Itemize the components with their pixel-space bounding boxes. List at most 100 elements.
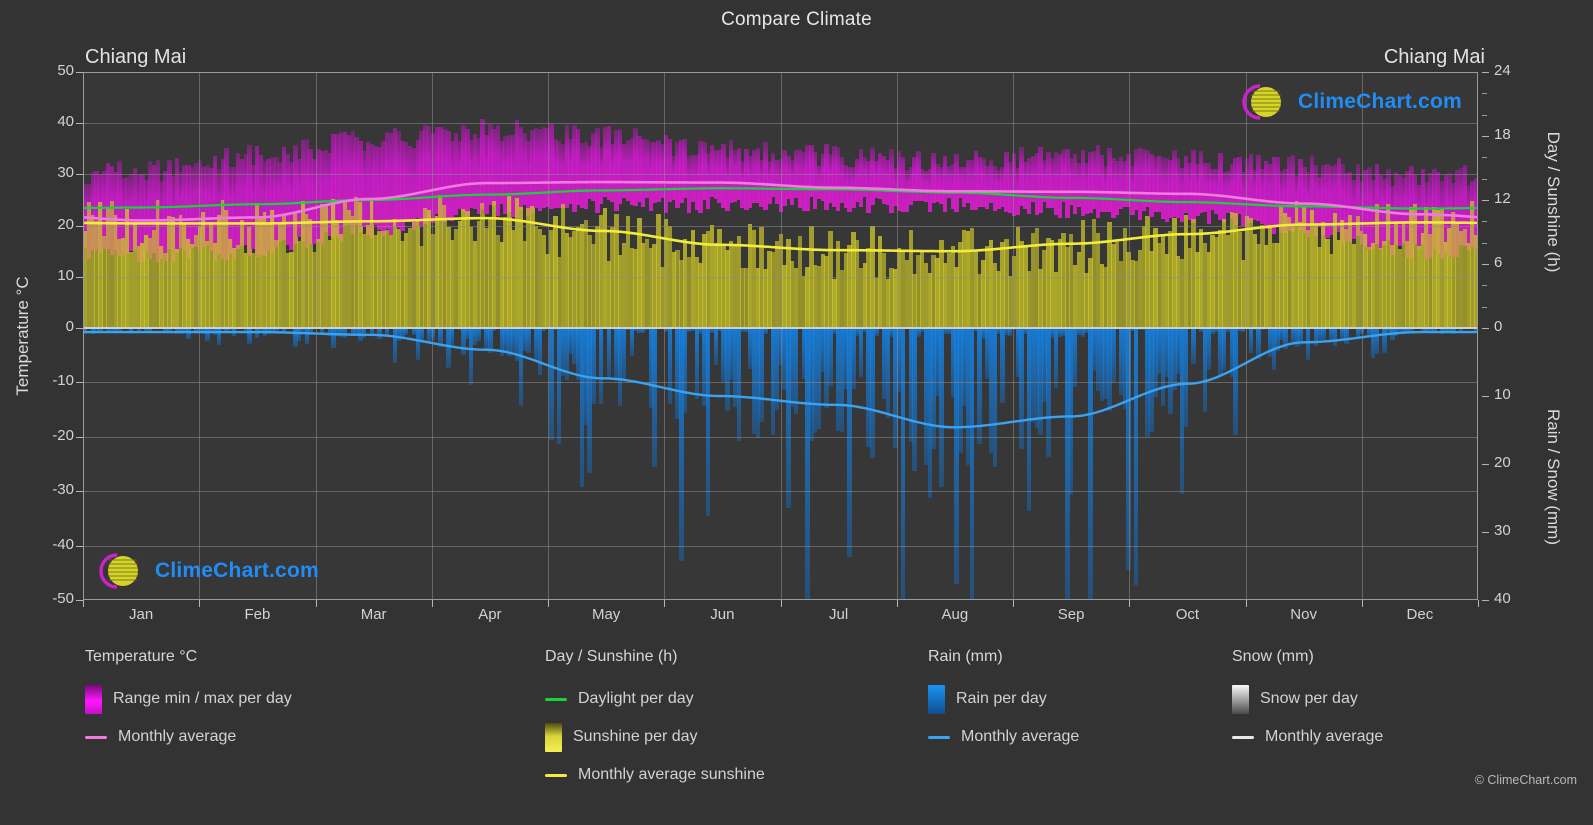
- legend-heading-snow: Snow (mm): [1232, 648, 1383, 666]
- legend-item[interactable]: Sunshine per day: [545, 718, 765, 756]
- legend-item-label: Monthly average sunshine: [578, 766, 765, 784]
- y-axis-right-minor-tick: [1482, 221, 1487, 222]
- legend-item[interactable]: Monthly average sunshine: [545, 756, 765, 794]
- y-axis-left-title-wrap: Temperature °C: [10, 72, 36, 600]
- y-axis-right-bottom-tick-label: 10: [1494, 386, 1542, 403]
- legend-item[interactable]: Range min / max per day: [85, 680, 292, 718]
- watermark-logo-top: ClimeChart.com: [1236, 82, 1462, 122]
- y-axis-left-tick-label: 50: [28, 62, 74, 79]
- legend-item[interactable]: Rain per day: [928, 680, 1079, 718]
- y-axis-left-tick-label: -20: [28, 427, 74, 444]
- x-axis-tick-mark: [83, 600, 84, 607]
- legend-item-label: Sunshine per day: [573, 728, 698, 746]
- y-axis-left-tick-mark: [76, 72, 83, 73]
- x-axis-tick-label: Oct: [1142, 606, 1232, 623]
- y-axis-left-tick-mark: [76, 328, 83, 329]
- y-axis-right-top-tick-label: 24: [1494, 62, 1542, 79]
- y-axis-right-minor-tick: [1482, 93, 1487, 94]
- y-axis-left-tick-mark: [76, 546, 83, 547]
- rain-average-line: [85, 332, 1476, 427]
- y-axis-right-top-tick-label: 0: [1494, 318, 1542, 335]
- y-axis-left-tick-mark: [76, 437, 83, 438]
- y-axis-left-tick-mark: [76, 491, 83, 492]
- legend-item-label: Monthly average: [961, 728, 1079, 746]
- y-axis-right-minor-tick: [1482, 307, 1487, 308]
- y-axis-left-tick-label: -50: [28, 590, 74, 607]
- legend-heading-temperature: Temperature °C: [85, 648, 292, 666]
- legend-item-label: Daylight per day: [578, 690, 694, 708]
- y-axis-right-minor-tick: [1482, 72, 1487, 73]
- y-axis-right-top-tick-label: 12: [1494, 190, 1542, 207]
- legend-item-label: Rain per day: [956, 690, 1047, 708]
- legend-group-temperature: Temperature °C Range min / max per day Mon…: [85, 648, 292, 756]
- legend-item[interactable]: Monthly average: [85, 718, 292, 756]
- y-axis-left-tick-label: -40: [28, 536, 74, 553]
- y-axis-left-tick-label: 0: [28, 318, 74, 335]
- x-axis-tick-mark: [897, 600, 898, 607]
- sunshine-average-line: [85, 218, 1476, 251]
- legend-item-label: Monthly average: [1265, 728, 1383, 746]
- legend-item[interactable]: Monthly average: [928, 718, 1079, 756]
- y-axis-right-bottom-tick-label: 20: [1494, 454, 1542, 471]
- legend-line-icon: [545, 698, 567, 701]
- legend-item[interactable]: Daylight per day: [545, 680, 765, 718]
- x-axis-tick-label: Dec: [1375, 606, 1465, 623]
- y-axis-right-minor-tick: [1482, 157, 1487, 158]
- y-axis-right-minor-tick: [1482, 285, 1487, 286]
- chart-plot-area: [83, 72, 1478, 600]
- y-axis-right-top-tick-label: 18: [1494, 126, 1542, 143]
- climate-chart-page: Compare Climate Chiang Mai Chiang Mai Cl…: [0, 0, 1593, 825]
- y-axis-left-tick-label: 30: [28, 164, 74, 181]
- watermark-text-top: ClimeChart.com: [1298, 90, 1462, 114]
- y-axis-right-minor-tick: [1482, 243, 1487, 244]
- y-axis-left-tick-mark: [76, 600, 83, 601]
- x-axis-tick-mark: [1362, 600, 1363, 607]
- x-axis-tick-mark: [1013, 600, 1014, 607]
- legend-line-icon: [1232, 736, 1254, 739]
- y-axis-left-tick-label: -10: [28, 372, 74, 389]
- legend-item[interactable]: Snow per day: [1232, 680, 1383, 718]
- y-axis-left-tick-mark: [76, 226, 83, 227]
- x-axis-tick-label: Nov: [1259, 606, 1349, 623]
- x-axis-tick-label: Apr: [445, 606, 535, 623]
- legend-item-label: Range min / max per day: [113, 690, 292, 708]
- y-axis-left-tick-label: 20: [28, 216, 74, 233]
- y-axis-left-tick-mark: [76, 123, 83, 124]
- legend-group-daysunshine: Day / Sunshine (h) Daylight per day Sunshi…: [545, 648, 765, 794]
- x-axis-tick-mark: [1129, 600, 1130, 607]
- legend-heading-daysun: Day / Sunshine (h): [545, 648, 765, 666]
- y-axis-right-tick-mark: [1482, 396, 1489, 397]
- y-axis-right-bottom-tick-label: 40: [1494, 590, 1542, 607]
- y-axis-right-top-title-wrap: Day / Sunshine (h): [1540, 76, 1566, 328]
- x-axis-tick-mark: [432, 600, 433, 607]
- x-axis-tick-mark: [316, 600, 317, 607]
- x-axis-tick-label: Sep: [1026, 606, 1116, 623]
- legend-item-label: Monthly average: [118, 728, 236, 746]
- y-axis-left-tick-label: 40: [28, 113, 74, 130]
- x-axis-tick-label: Aug: [910, 606, 1000, 623]
- climechart-logo-icon: [1236, 82, 1292, 122]
- y-axis-left-tick-mark: [76, 174, 83, 175]
- y-axis-right-minor-tick: [1482, 200, 1487, 201]
- y-axis-right-tick-mark: [1482, 600, 1489, 601]
- y-axis-right-minor-tick: [1482, 115, 1487, 116]
- y-axis-right-bottom-title: Rain / Snow (mm): [1543, 409, 1563, 545]
- y-axis-right-minor-tick: [1482, 328, 1487, 329]
- chart-series-lines: [83, 72, 1478, 600]
- y-axis-right-tick-mark: [1482, 532, 1489, 533]
- y-axis-left-tick-label: 10: [28, 267, 74, 284]
- y-axis-left-tick-mark: [76, 382, 83, 383]
- y-axis-right-bottom-title-wrap: Rain / Snow (mm): [1540, 352, 1566, 602]
- daylight-line: [85, 188, 1476, 208]
- city-label-left: Chiang Mai: [85, 46, 186, 69]
- legend-heading-rain: Rain (mm): [928, 648, 1079, 666]
- x-axis-tick-label: May: [561, 606, 651, 623]
- x-axis-tick-label: Mar: [329, 606, 419, 623]
- y-axis-right-minor-tick: [1482, 136, 1487, 137]
- legend-line-icon: [545, 774, 567, 777]
- legend-item-label: Snow per day: [1260, 690, 1358, 708]
- y-axis-left-tick-mark: [76, 277, 83, 278]
- y-axis-right-top-title: Day / Sunshine (h): [1543, 132, 1563, 273]
- legend-item[interactable]: Monthly average: [1232, 718, 1383, 756]
- legend-swatch-icon: [928, 685, 945, 714]
